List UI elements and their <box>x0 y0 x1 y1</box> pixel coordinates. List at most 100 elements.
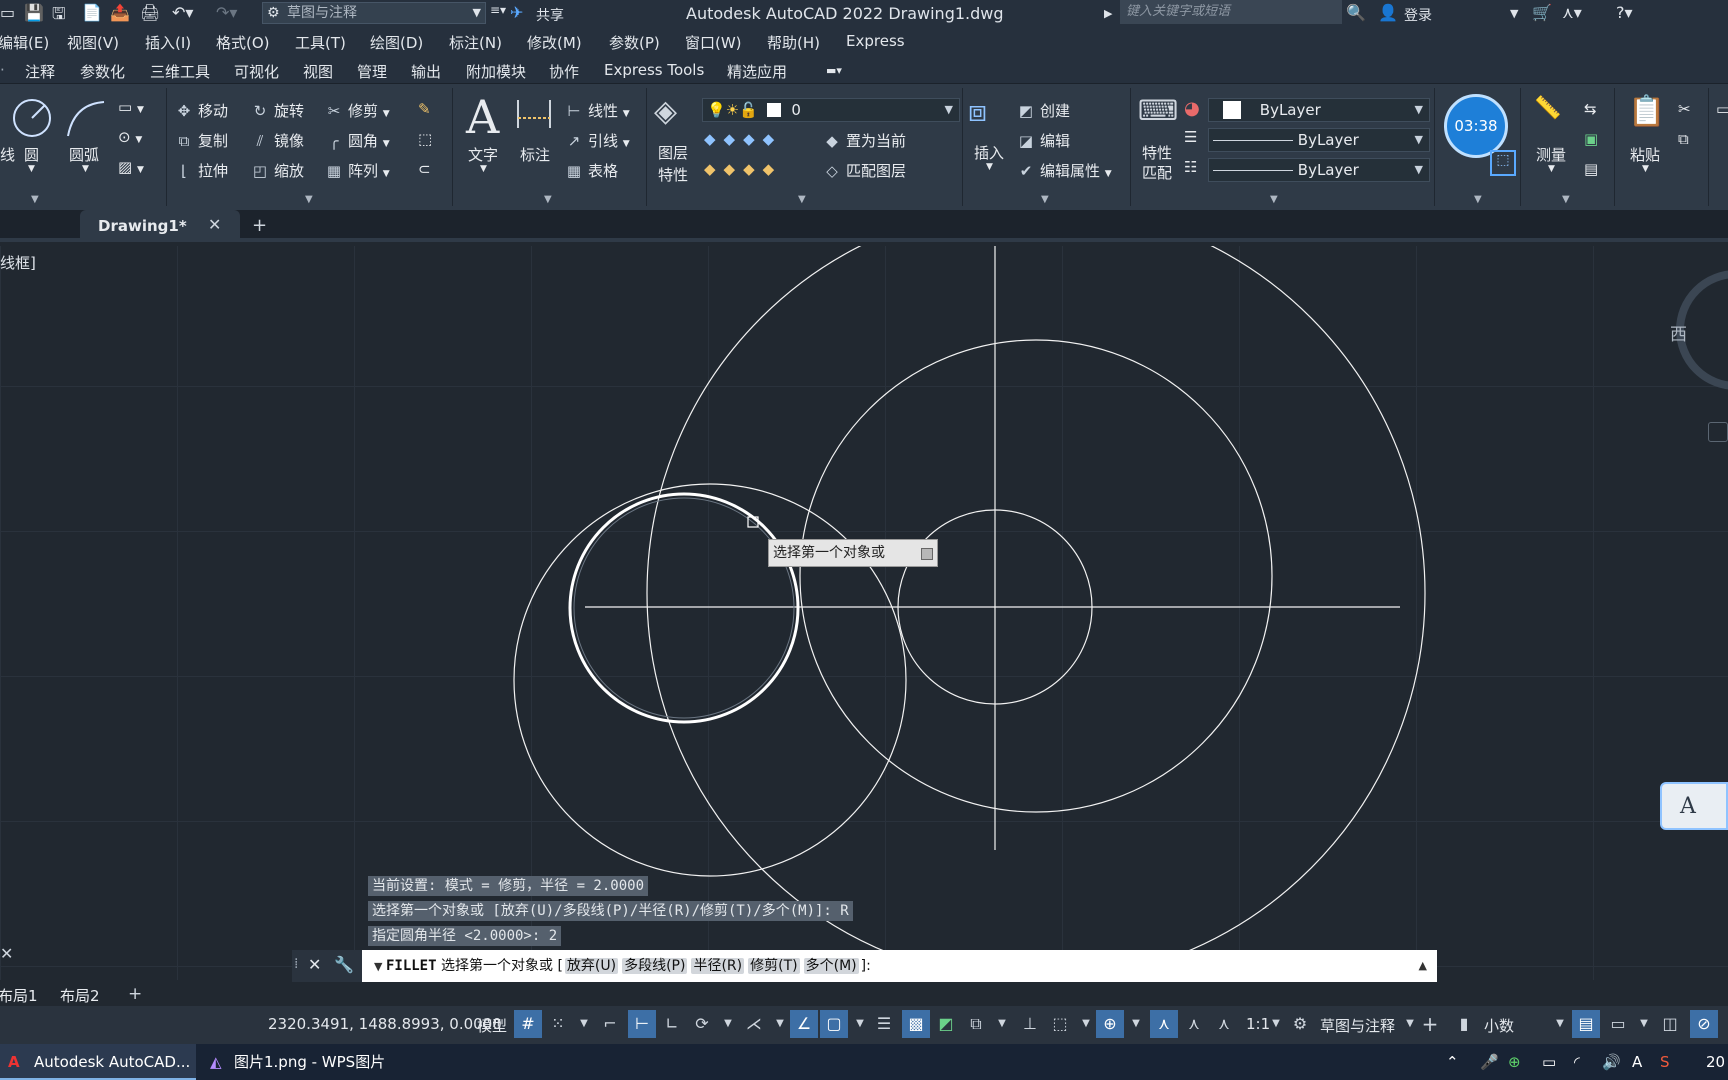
text-button[interactable]: 文字 <box>468 144 498 165</box>
annotation-visibility-icon[interactable]: ⋏ <box>1150 1010 1178 1038</box>
insert-button[interactable]: 插入 <box>974 142 1004 163</box>
taskbar-wps-pictures[interactable]: ◭ 图片1.png - WPS图片 <box>200 1044 410 1080</box>
close-tab-icon[interactable]: ✕ <box>208 215 221 234</box>
wifi-icon[interactable]: ◜ <box>1574 1044 1580 1080</box>
move-button[interactable]: ✥ 移动 <box>174 100 228 121</box>
annotation-scale-icon[interactable]: ⋏ <box>1210 1010 1238 1038</box>
new-tab-icon[interactable]: + <box>252 215 267 236</box>
offset-icon[interactable]: ⊂ <box>418 160 431 178</box>
menu-format[interactable]: 格式(O) <box>216 32 270 53</box>
units-chevron-icon[interactable]: ▼ <box>1546 1010 1574 1038</box>
history-expand-icon[interactable]: ▲ <box>1419 950 1427 982</box>
login-chevron-icon[interactable]: ▼ <box>1510 7 1518 20</box>
customize-wrench-icon[interactable]: 🔧 <box>334 955 354 974</box>
polar-tracking-icon[interactable]: ⟳ <box>688 1010 716 1038</box>
tab-layout2[interactable]: 布局2 <box>60 985 100 1006</box>
menu-help[interactable]: 帮助(H) <box>767 32 820 53</box>
rectangle-icon[interactable]: ▭ ▼ <box>118 98 144 116</box>
dimension-button[interactable]: 标注 <box>520 144 550 165</box>
erase-icon[interactable]: ✎ <box>418 100 431 118</box>
gizmo-chevron-icon[interactable]: ▼ <box>1122 1010 1150 1038</box>
insert-chevron-icon[interactable]: ▼ <box>986 162 993 172</box>
autodesk-account-icon[interactable]: ⋏▾ <box>1562 3 1582 22</box>
insert-block-icon[interactable]: ⧈ <box>968 94 987 129</box>
tab-3d-tools[interactable]: 三维工具 <box>150 61 210 82</box>
recent-commands-chevron-icon[interactable]: ▼ <box>374 960 386 973</box>
model-space-button[interactable]: 模型 <box>477 1015 507 1036</box>
open-web-icon[interactable]: 📄 <box>82 3 102 22</box>
mirror-button[interactable]: ⫽ 镜像 <box>250 130 304 151</box>
quick-select-icon[interactable]: ⇆ <box>1584 100 1597 118</box>
viewcube-west-label[interactable]: 西 <box>1670 320 1687 345</box>
command-line-grip-icon[interactable]: ⁞ <box>294 956 298 972</box>
tray-expand-icon[interactable]: ⌃ <box>1446 1044 1459 1080</box>
arc-tool[interactable] <box>64 98 108 144</box>
set-current-layer-button[interactable]: ◆ 置为当前 <box>822 130 906 151</box>
transparency-icon[interactable]: ▩ <box>902 1010 930 1038</box>
dynamic-input-icon[interactable]: ⊢ <box>628 1010 656 1038</box>
tooltip-options-icon[interactable] <box>921 548 933 560</box>
selection-filter-icon[interactable]: ⬚ <box>1046 1010 1074 1038</box>
group-select-icon[interactable]: ⬚ <box>1490 150 1516 176</box>
workspace-gear-icon[interactable]: ⚙ <box>1286 1010 1314 1038</box>
ribbon-display-toggle-icon[interactable]: ▬▾ <box>826 64 842 77</box>
menu-edit[interactable]: 编辑(E) <box>0 32 49 53</box>
cart-icon[interactable]: 🛒 <box>1532 3 1552 22</box>
annotation-panel-expand-icon[interactable]: ▼ <box>544 194 552 205</box>
microphone-icon[interactable]: 🎤 <box>1480 1044 1499 1080</box>
tab-output[interactable]: 输出 <box>411 61 441 82</box>
workspace-status[interactable]: 草图与注释 <box>1320 1015 1395 1036</box>
color-dropdown[interactable]: ByLayer ▼ <box>1208 98 1430 122</box>
tray-app-icon[interactable]: ⊕ <box>1508 1044 1521 1080</box>
option-polyline[interactable]: 多段线(P) <box>622 958 688 974</box>
workspace-switcher[interactable]: ⚙ 草图与注释 ▼ <box>262 2 486 24</box>
menu-insert[interactable]: 插入(I) <box>145 32 191 53</box>
redo-icon[interactable]: ↷▾ <box>216 3 237 22</box>
object-snap-tracking-icon[interactable]: ∠ <box>790 1010 818 1038</box>
tab-visualize[interactable]: 可视化 <box>234 61 279 82</box>
groups-panel-expand-icon[interactable]: ▼ <box>1474 194 1482 205</box>
ruler-icon[interactable]: 📏 <box>1534 96 1561 121</box>
select-all-icon[interactable]: ▣ <box>1584 130 1598 148</box>
hatch-icon[interactable]: ▨ ▼ <box>118 158 144 176</box>
grid-icon[interactable]: # <box>514 1010 542 1038</box>
option-undo[interactable]: 放弃(U) <box>564 958 619 974</box>
menu-view[interactable]: 视图(V) <box>67 32 119 53</box>
layer-dropdown[interactable]: 💡☀🔓 0 ▼ <box>702 98 960 122</box>
linear-dim-button[interactable]: ⊢ 线性 ▼ <box>564 100 629 121</box>
tab-view[interactable]: 视图 <box>303 61 333 82</box>
rotate-button[interactable]: ↻ 旋转 <box>250 100 304 121</box>
snap-chevron-icon[interactable]: ▼ <box>570 1010 598 1038</box>
match-layer-button[interactable]: ◇ 匹配图层 <box>822 160 906 181</box>
scale-button[interactable]: ◰ 缩放 <box>250 160 304 181</box>
3d-osnap-icon[interactable]: ⧉ <box>962 1010 990 1038</box>
edit-block-button[interactable]: ◪ 编辑 <box>1016 130 1070 151</box>
layers-panel-expand-icon[interactable]: ▼ <box>798 194 806 205</box>
wps-tray-icon[interactable]: S <box>1660 1044 1670 1080</box>
linetype-dropdown[interactable]: ByLayer ▼ <box>1208 128 1430 152</box>
menu-parametric[interactable]: 参数(P) <box>609 32 660 53</box>
arc-chevron-icon[interactable]: ▼ <box>82 164 89 174</box>
taskbar-autocad[interactable]: A Autodesk AutoCAD... <box>0 1044 196 1080</box>
create-block-button[interactable]: ◩ 创建 <box>1016 100 1070 121</box>
gizmo-icon[interactable]: ⊕ <box>1096 1010 1124 1038</box>
quick-properties-icon[interactable]: ▤ <box>1572 1010 1600 1038</box>
dynamic-ucs-icon[interactable]: ⊥ <box>1016 1010 1044 1038</box>
option-multiple[interactable]: 多个(M) <box>803 958 859 974</box>
coordinate-readout[interactable]: 2320.3491, 1488.8993, 0.0000 <box>268 1015 502 1033</box>
block-panel-expand-icon[interactable]: ▼ <box>1041 194 1049 205</box>
snap-icon[interactable]: ⁙ <box>544 1010 572 1038</box>
export-icon[interactable]: 📤 <box>110 3 130 22</box>
draw-panel-expand-icon[interactable]: ▼ <box>31 194 39 205</box>
fillet-button[interactable]: ╭ 圆角 ▼ <box>324 130 389 151</box>
infer-constraints-icon[interactable]: ⌐ <box>596 1010 624 1038</box>
plot-icon[interactable]: 🖨 <box>140 3 160 22</box>
hardware-acceleration-icon[interactable]: ⊘ <box>1690 1010 1718 1038</box>
object-snap-icon[interactable]: ▢ <box>820 1010 848 1038</box>
isodraft-icon[interactable]: ⋌ <box>740 1010 768 1038</box>
layer-tools-row1-icon[interactable]: ◆◆◆◆ <box>704 130 782 148</box>
tab-collaborate[interactable]: 协作 <box>549 61 579 82</box>
menu-window[interactable]: 窗口(W) <box>685 32 742 53</box>
chevron-right-icon[interactable]: ▶ <box>1104 7 1112 20</box>
lineweight-toggle-icon[interactable]: ☰ <box>870 1010 898 1038</box>
